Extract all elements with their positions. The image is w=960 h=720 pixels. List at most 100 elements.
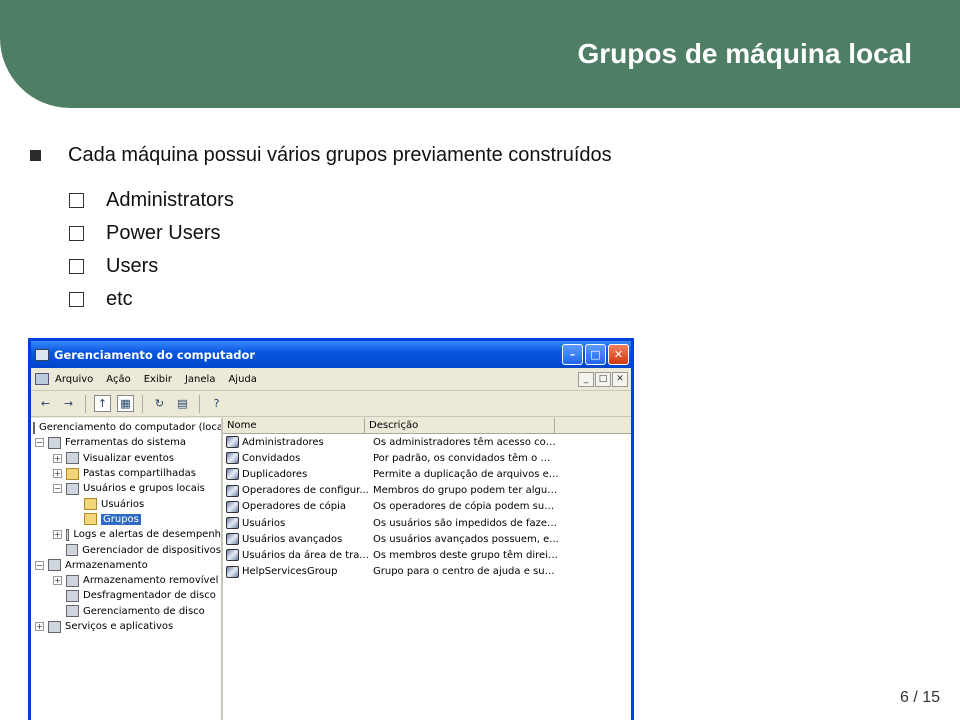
tree-item-system-tools[interactable]: − Ferramentas do sistema (31, 435, 221, 450)
tree-item-users[interactable]: Usuários (31, 496, 221, 511)
collapse-icon[interactable]: − (35, 560, 44, 570)
menu-ajuda[interactable]: Ajuda (228, 374, 256, 385)
device-manager-icon (65, 544, 79, 557)
group-icon (226, 517, 239, 530)
group-icon (226, 452, 239, 465)
export-list-icon[interactable]: ▤ (174, 395, 191, 412)
performance-icon (65, 528, 70, 541)
tree-item-disk-defragmenter[interactable]: Desfragmentador de disco (31, 588, 221, 603)
group-name: Duplicadores (242, 468, 308, 480)
tree-item-label: Visualizar eventos (83, 452, 175, 464)
list-item[interactable]: Administradores Os administradores têm ac… (223, 434, 631, 450)
expand-icon[interactable]: + (53, 576, 62, 586)
group-description: Os usuários são impedidos de fazer ... (373, 517, 559, 529)
tree-item-removable-storage[interactable]: + Armazenamento removível (31, 573, 221, 588)
window-titlebar[interactable]: Gerenciamento do computador – □ ✕ (31, 341, 631, 368)
tree-item-label: Armazenamento removível (83, 575, 219, 587)
sub-item-label: Users (106, 255, 159, 277)
list-item[interactable]: Usuários avançados Os usuários avançados … (223, 531, 631, 547)
sub-item: Power Users (69, 217, 234, 250)
column-header-description[interactable]: Descrição (365, 418, 555, 433)
menu-exibir[interactable]: Exibir (144, 374, 172, 385)
tree-item-local-users-groups[interactable]: − Usuários e grupos locais (31, 481, 221, 496)
expand-icon[interactable]: + (53, 469, 62, 479)
maximize-button[interactable]: □ (585, 344, 606, 365)
tree-item-root[interactable]: Gerenciamento do computador (local (31, 420, 221, 435)
console-icon[interactable] (35, 373, 49, 385)
defragmenter-icon (66, 589, 79, 602)
group-icon (226, 500, 239, 513)
show-hide-tree-icon[interactable]: ▦ (117, 395, 134, 412)
checkbox-square-icon (69, 292, 84, 307)
tree-item-storage[interactable]: − Armazenamento (31, 558, 221, 573)
bullet-square-icon (30, 149, 41, 161)
group-name: Operadores de configur... (242, 485, 369, 497)
list-item[interactable]: Operadores de configur... Membros do grup… (223, 483, 631, 499)
sub-item: Users (69, 250, 234, 283)
child-restore-button[interactable]: □ (595, 371, 611, 387)
tree-item-device-manager[interactable]: Gerenciador de dispositivos (31, 542, 221, 557)
checkbox-square-icon (69, 259, 84, 274)
toolbar-separator (85, 394, 86, 413)
shared-folder-icon (66, 467, 79, 480)
menu-arquivo[interactable]: Arquivo (55, 374, 93, 385)
tree-item-disk-management[interactable]: Gerenciamento de disco (31, 604, 221, 619)
expand-icon[interactable]: + (53, 453, 62, 463)
up-folder-icon[interactable]: ↑ (94, 395, 111, 412)
refresh-icon[interactable]: ↻ (151, 395, 168, 412)
checkbox-square-icon (69, 226, 84, 241)
tree-item-shared-folders[interactable]: + Pastas compartilhadas (31, 466, 221, 481)
list-header: Nome Descrição (223, 418, 631, 434)
group-name: HelpServicesGroup (242, 566, 338, 578)
group-icon (226, 484, 239, 497)
expand-icon[interactable]: + (35, 622, 44, 631)
tools-icon (48, 436, 61, 449)
expand-icon[interactable]: + (53, 530, 62, 540)
computer-icon (33, 421, 35, 434)
tree-item-label: Serviços e aplicativos (65, 621, 174, 632)
help-icon[interactable]: ? (208, 395, 225, 412)
disk-management-icon (66, 605, 79, 618)
sub-item-label: Administrators (106, 189, 234, 211)
group-name: Usuários da área de tra... (242, 549, 369, 561)
group-description: Membros do grupo podem ter alguns... (373, 485, 559, 497)
services-icon (48, 620, 61, 633)
child-minimize-button[interactable]: _ (578, 371, 594, 387)
page-number: 6 / 15 (899, 689, 940, 706)
collapse-icon[interactable]: − (53, 484, 62, 494)
list-item[interactable]: Usuários da área de tra... Os membros des… (223, 547, 631, 563)
console-content: Gerenciamento do computador (local − Ferr… (31, 418, 631, 720)
group-name: Usuários avançados (242, 533, 343, 545)
navigation-tree: Gerenciamento do computador (local − Ferr… (31, 418, 223, 720)
event-viewer-icon (66, 452, 79, 465)
close-button[interactable]: ✕ (608, 344, 629, 365)
toolbar-separator (142, 394, 143, 413)
menu-janela[interactable]: Janela (185, 374, 215, 385)
collapse-icon[interactable]: − (35, 438, 44, 448)
back-arrow-icon[interactable]: ← (37, 395, 54, 412)
list-item[interactable]: HelpServicesGroup Grupo para o centro de … (223, 564, 631, 580)
list-item[interactable]: Convidados Por padrão, os convidados têm … (223, 450, 631, 466)
tree-item-event-viewer[interactable]: + Visualizar eventos (31, 451, 221, 466)
child-close-button[interactable]: ✕ (612, 371, 628, 387)
tree-item-label: Gerenciador de dispositivos (82, 544, 221, 556)
group-icon (226, 533, 239, 546)
computer-icon (35, 348, 49, 361)
tree-item-groups[interactable]: Grupos (31, 512, 221, 527)
tree-item-label: Desfragmentador de disco (83, 590, 216, 602)
list-item[interactable]: Usuários Os usuários são impedidos de faz… (223, 515, 631, 531)
tree-item-services-apps[interactable]: + Serviços e aplicativos (31, 619, 221, 634)
group-name: Operadores de cópia (242, 501, 347, 513)
list-item[interactable]: Duplicadores Permite a duplicação de arqu… (223, 466, 631, 482)
minimize-button[interactable]: – (562, 344, 583, 365)
forward-arrow-icon[interactable]: → (60, 395, 77, 412)
group-list-pane: Nome Descrição Administradores Os adminis… (223, 418, 631, 720)
tree-item-label: Pastas compartilhadas (83, 468, 196, 480)
column-header-name[interactable]: Nome (223, 418, 365, 433)
group-icon (226, 549, 239, 562)
tree-item-performance-logs[interactable]: + Logs e alertas de desempenh (31, 527, 221, 542)
open-folder-icon (84, 513, 97, 526)
menu-acao[interactable]: Ação (106, 374, 130, 385)
group-icon (226, 468, 239, 481)
list-item[interactable]: Operadores de cópia Os operadores de cópi… (223, 499, 631, 515)
